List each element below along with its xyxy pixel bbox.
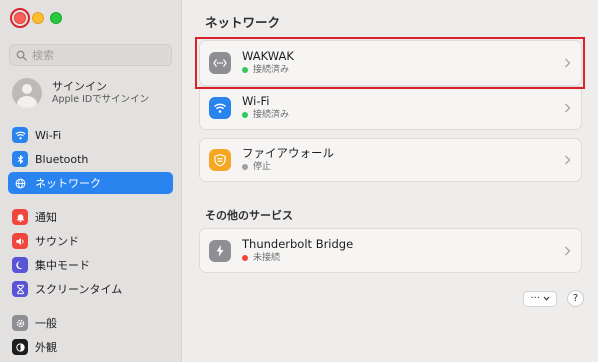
service-name: Wi-Fi [242, 94, 270, 108]
sidebar-item-label: Wi-Fi [35, 128, 62, 142]
chevron-down-icon [543, 296, 550, 301]
main-pane: ネットワーク WAKWAK 接続済み Wi-Fi 接続済み ファイアウォール 停… [183, 0, 598, 362]
close-button[interactable] [14, 12, 26, 24]
hourglass-icon [12, 281, 28, 297]
status-dot [242, 112, 248, 118]
sidebar-item-sound[interactable]: サウンド [8, 230, 173, 252]
sidebar-item-wifi[interactable]: Wi-Fi [8, 124, 173, 146]
sidebar-group-general: 一般 外観 [8, 312, 173, 360]
service-row-wifi[interactable]: Wi-Fi 接続済み [199, 86, 582, 130]
selection-highlight [195, 37, 585, 89]
chevron-right-icon [565, 155, 571, 165]
settings-window: 検索 サインイン Apple IDでサインイン Wi-Fi Bluetooth [0, 0, 598, 362]
footer-actions: ··· ? [523, 290, 584, 307]
sidebar-item-label: 集中モード [35, 259, 90, 272]
service-status: 停止 [242, 160, 334, 174]
thunderbolt-icon [209, 239, 231, 262]
more-actions-button[interactable]: ··· [523, 290, 557, 307]
window-controls [14, 12, 62, 24]
avatar [12, 78, 42, 108]
sidebar-item-label: 通知 [35, 211, 57, 224]
service-status: 未接続 [242, 251, 353, 265]
service-name: Thunderbolt Bridge [242, 236, 354, 251]
bluetooth-icon [12, 151, 28, 167]
other-services-heading: その他のサービス [205, 209, 293, 222]
minimize-button[interactable] [32, 12, 44, 24]
service-name: ファイアウォール [242, 146, 334, 160]
moon-icon [12, 257, 28, 273]
account-signin[interactable]: サインイン Apple IDでサインイン [12, 78, 149, 108]
sidebar-group-connectivity: Wi-Fi Bluetooth ネットワーク [8, 124, 173, 196]
sidebar-item-appearance[interactable]: 外観 [8, 336, 173, 358]
status-dot [242, 254, 248, 261]
more-actions-label: ··· [530, 293, 540, 304]
chevron-right-icon [565, 246, 571, 255]
zoom-button[interactable] [50, 12, 62, 24]
sidebar-item-notifications[interactable]: 通知 [8, 206, 173, 228]
sidebar: 検索 サインイン Apple IDでサインイン Wi-Fi Bluetooth [0, 0, 182, 362]
service-status: 接続済み [242, 108, 289, 122]
sidebar-item-label: スクリーンタイム [35, 283, 123, 296]
account-title: サインイン [52, 80, 107, 93]
speaker-icon [12, 233, 28, 249]
status-text: 未接続 [253, 252, 281, 263]
sidebar-item-network[interactable]: ネットワーク [8, 172, 173, 194]
help-button[interactable]: ? [567, 290, 584, 307]
search-placeholder: 検索 [32, 49, 54, 62]
wifi-icon [12, 127, 28, 143]
status-dot [242, 164, 248, 170]
page-title: ネットワーク [205, 15, 281, 30]
sidebar-item-general[interactable]: 一般 [8, 312, 173, 334]
sidebar-group-notifications: 通知 サウンド 集中モード スクリーンタイム [8, 206, 173, 302]
search-field[interactable]: 検索 [9, 44, 172, 66]
appearance-icon [12, 339, 28, 355]
status-text: 接続済み [253, 110, 290, 120]
wifi-icon [209, 97, 231, 119]
sidebar-item-bluetooth[interactable]: Bluetooth [8, 148, 173, 170]
sidebar-item-label: ネットワーク [35, 177, 101, 190]
bell-icon [12, 209, 28, 225]
sidebar-item-label: サウンド [35, 235, 79, 248]
globe-icon [12, 175, 28, 191]
chevron-right-icon [565, 103, 571, 113]
service-row-thunderbolt-bridge[interactable]: Thunderbolt Bridge 未接続 [199, 228, 582, 273]
sidebar-item-label: Bluetooth [35, 152, 89, 166]
firewall-icon [209, 149, 231, 171]
account-subtitle: Apple IDでサインイン [52, 94, 150, 105]
gear-icon [12, 315, 28, 331]
search-icon [16, 50, 27, 61]
sidebar-item-focus[interactable]: 集中モード [8, 254, 173, 276]
status-text: 停止 [253, 162, 272, 172]
sidebar-item-label: 外観 [35, 341, 57, 354]
sidebar-item-screen-time[interactable]: スクリーンタイム [8, 278, 173, 300]
sidebar-item-label: 一般 [35, 317, 57, 330]
service-row-firewall[interactable]: ファイアウォール 停止 [199, 138, 582, 182]
